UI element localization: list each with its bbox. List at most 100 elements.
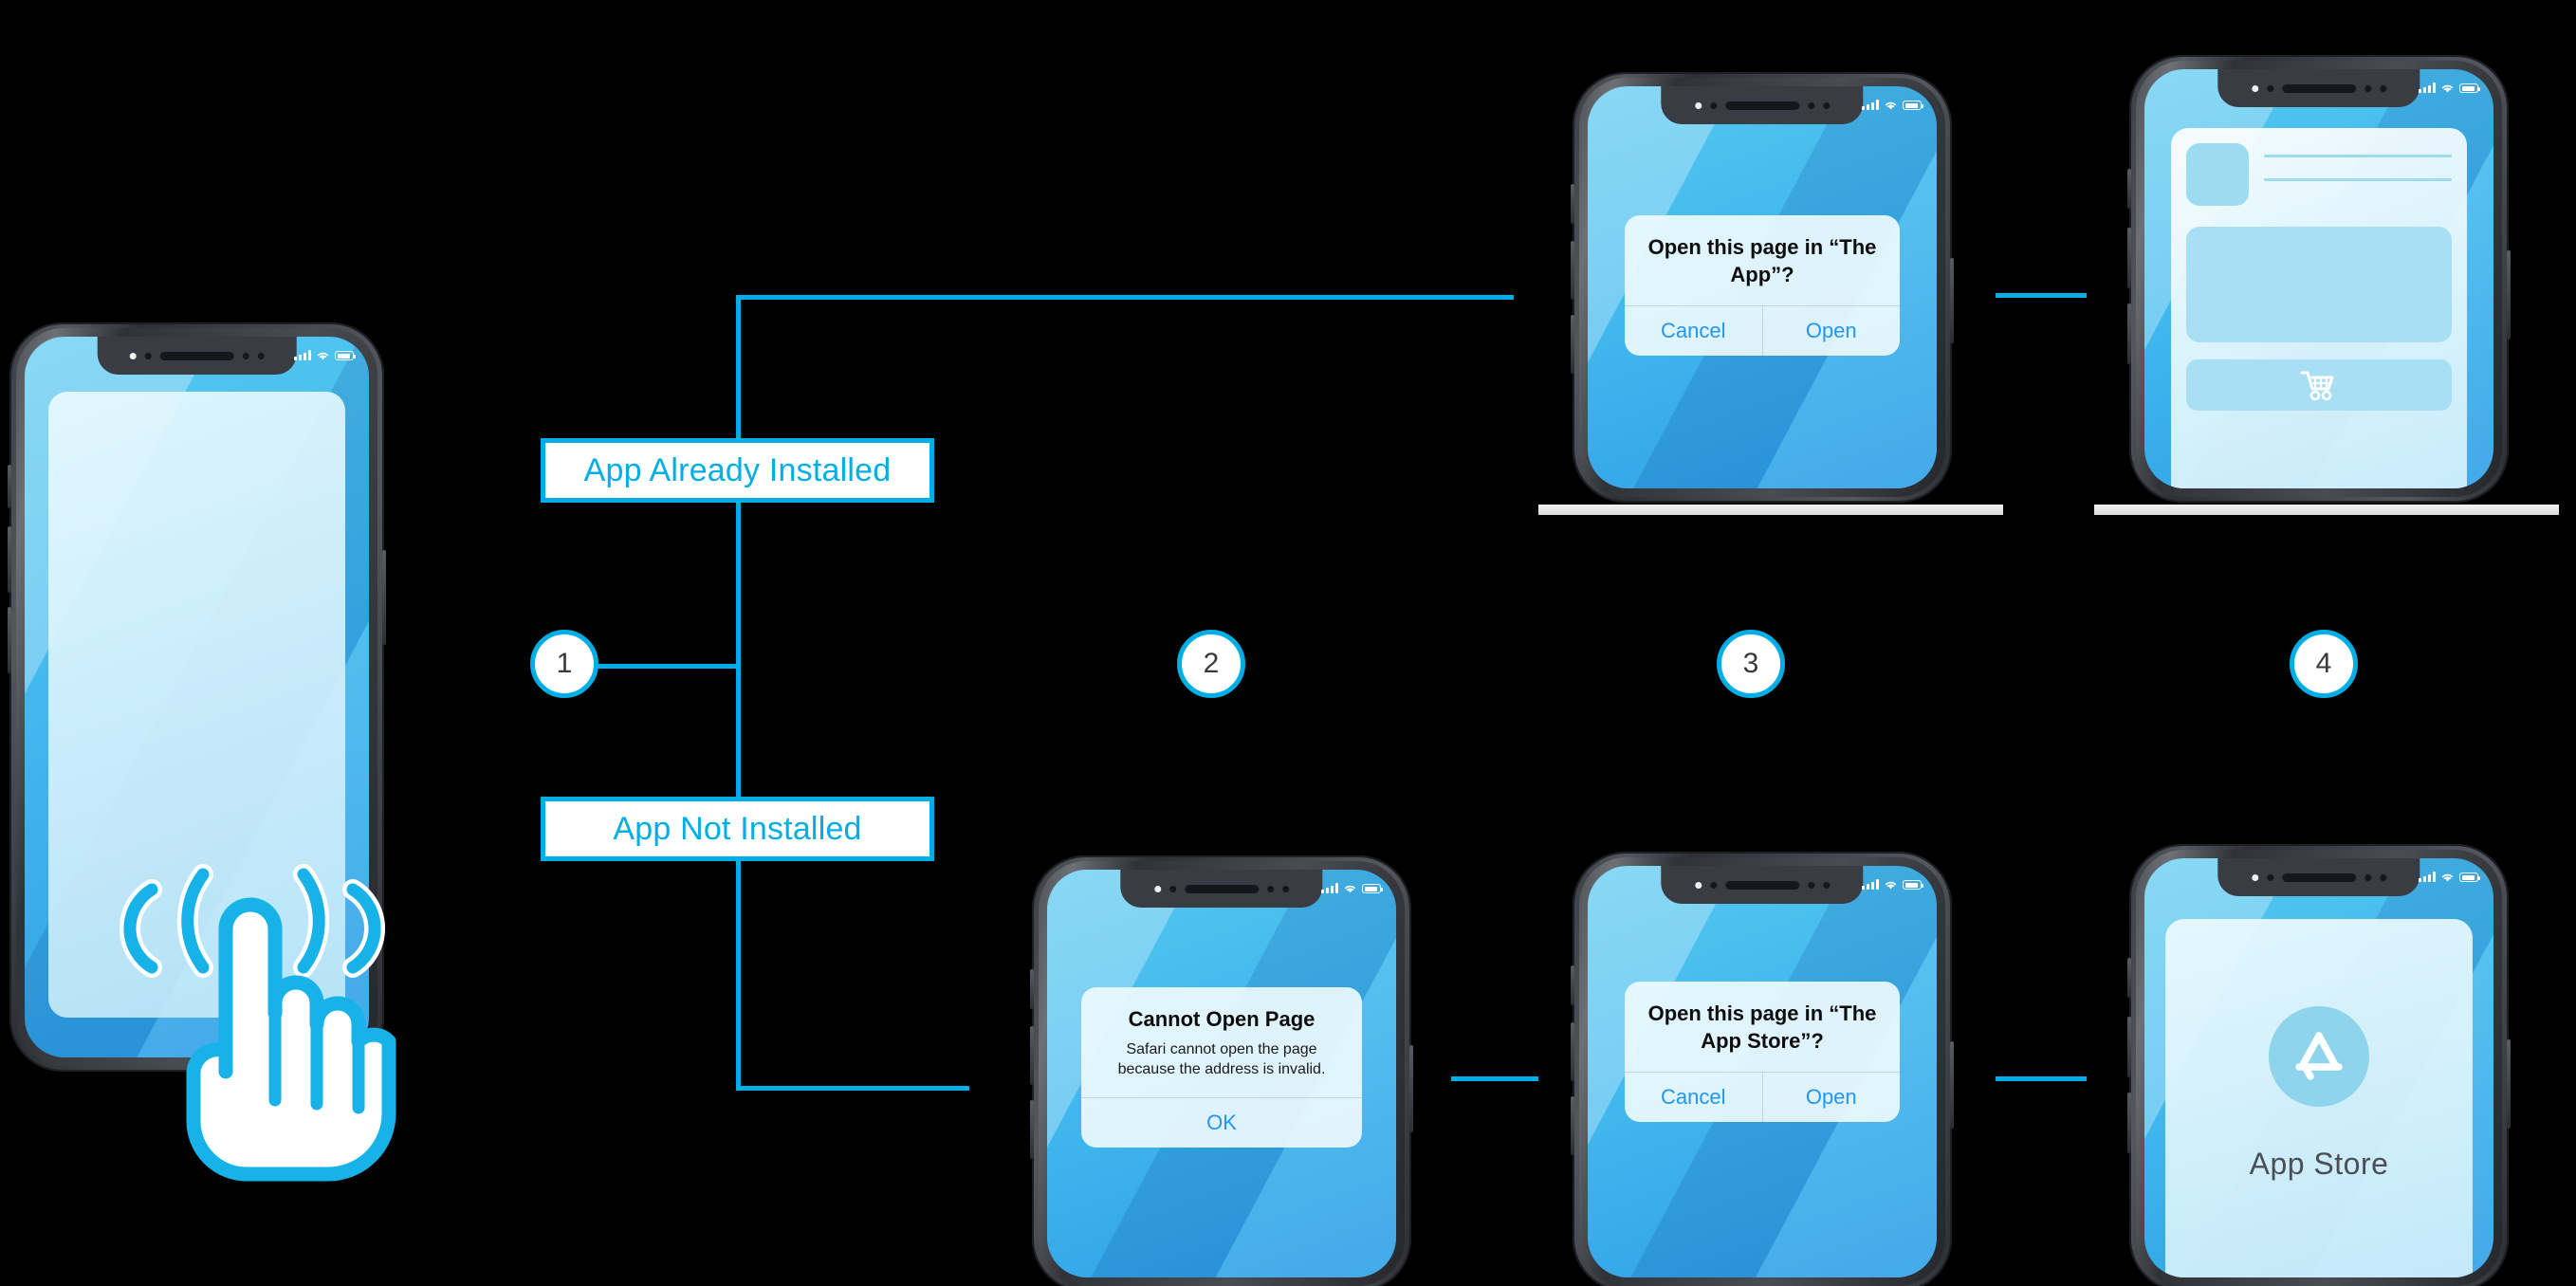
phone-volume-buttons bbox=[8, 526, 11, 593]
phone-volume-buttons bbox=[1030, 969, 1034, 1009]
battery-icon bbox=[1903, 880, 1923, 890]
sensor-icon bbox=[2267, 873, 2273, 881]
alert-title: Open this page in “The App”? bbox=[1647, 235, 1877, 286]
wifi-icon bbox=[1344, 885, 1356, 893]
step-number: 2 bbox=[1203, 648, 1220, 679]
alert-open-button[interactable]: Open bbox=[1761, 306, 1901, 357]
app-cta-button[interactable] bbox=[2185, 359, 2453, 411]
status-bar bbox=[1862, 100, 1923, 110]
battery-icon bbox=[335, 351, 356, 360]
phone-volume-buttons bbox=[1571, 1022, 1574, 1081]
sensor-icon bbox=[242, 352, 249, 359]
app-thumbnail bbox=[2185, 143, 2249, 206]
sensor-icon bbox=[1282, 885, 1289, 892]
earpiece-speaker-icon bbox=[2282, 83, 2356, 93]
status-bar bbox=[2419, 83, 2480, 93]
sensor-icon bbox=[1823, 881, 1830, 889]
phone-volume-buttons bbox=[8, 607, 11, 673]
alert-cancel-button[interactable]: Cancel bbox=[1625, 306, 1762, 356]
app-store-logo-icon bbox=[2269, 1006, 2369, 1107]
alert-cancel-button[interactable]: Cancel bbox=[1625, 1073, 1762, 1122]
cellular-signal-icon bbox=[1321, 883, 1338, 893]
step-circle-4[interactable]: 4 bbox=[2290, 630, 2358, 698]
earpiece-speaker-icon bbox=[1725, 880, 1799, 890]
earpiece-speaker-icon bbox=[159, 351, 234, 360]
alert-text: Cannot Open Page Safari cannot open the … bbox=[1081, 987, 1362, 1097]
branch-label-text: App Not Installed bbox=[613, 810, 862, 847]
phone-volume-buttons bbox=[2127, 1093, 2131, 1153]
phone-notch bbox=[2217, 858, 2420, 896]
earpiece-speaker-icon bbox=[1725, 101, 1799, 110]
app-hero-block bbox=[2185, 227, 2453, 342]
sensor-icon bbox=[2267, 84, 2273, 92]
sensor-icon bbox=[2364, 873, 2371, 881]
connector-bottom-2-to-3 bbox=[1451, 1076, 1538, 1081]
sensor-icon bbox=[1710, 101, 1717, 109]
alert-open-button[interactable]: Open bbox=[1761, 1073, 1901, 1123]
cellular-signal-icon bbox=[1862, 100, 1879, 110]
phone-floor-shadow bbox=[2094, 505, 2559, 515]
earpiece-speaker-icon bbox=[1185, 884, 1259, 893]
step-circle-1[interactable]: 1 bbox=[530, 630, 598, 698]
battery-icon bbox=[1362, 884, 1383, 893]
front-camera-icon bbox=[2252, 873, 2258, 881]
battery-icon bbox=[2459, 83, 2480, 93]
phone-notch bbox=[97, 337, 297, 375]
alert-text: Open this page in “The App Store”? bbox=[1625, 982, 1900, 1072]
phone-power-button bbox=[1950, 1041, 1954, 1129]
branch-label-app-already-installed[interactable]: App Already Installed bbox=[541, 438, 934, 503]
phone-volume-buttons bbox=[1571, 184, 1574, 224]
cellular-signal-icon bbox=[2419, 872, 2436, 882]
status-bar bbox=[294, 350, 356, 360]
alert-title: Cannot Open Page bbox=[1128, 1007, 1316, 1031]
branch-label-app-not-installed[interactable]: App Not Installed bbox=[541, 797, 934, 861]
front-camera-icon bbox=[129, 352, 137, 359]
sensor-icon bbox=[2380, 84, 2386, 92]
connector-top-3-to-4 bbox=[1996, 293, 2087, 298]
connector-top-branch bbox=[736, 295, 1514, 300]
battery-icon bbox=[1903, 101, 1923, 110]
step-circle-2[interactable]: 2 bbox=[1177, 630, 1245, 698]
phone-volume-buttons bbox=[1571, 1096, 1574, 1155]
phone-volume-buttons bbox=[1571, 241, 1574, 300]
sensor-icon bbox=[144, 352, 152, 359]
app-store-name: App Store bbox=[2249, 1147, 2389, 1181]
sensor-icon bbox=[257, 352, 265, 359]
wifi-icon bbox=[2441, 873, 2454, 882]
phone-volume-buttons bbox=[1571, 315, 1574, 374]
sensor-icon bbox=[1808, 101, 1814, 109]
alert-ok-button[interactable]: OK bbox=[1081, 1098, 1362, 1148]
phone-power-button bbox=[2507, 250, 2511, 340]
front-camera-icon bbox=[2252, 84, 2258, 92]
phone-floor-shadow bbox=[1538, 505, 2003, 515]
open-app-alert: Open this page in “The App”? Cancel Open bbox=[1625, 215, 1901, 357]
phone-volume-buttons bbox=[1030, 1026, 1034, 1085]
cellular-signal-icon bbox=[294, 350, 311, 360]
battery-icon bbox=[2459, 873, 2480, 882]
sensor-icon bbox=[2380, 873, 2386, 881]
phone-volume-buttons bbox=[2127, 169, 2131, 209]
tap-hand-icon bbox=[104, 787, 398, 1185]
wifi-icon bbox=[317, 352, 329, 360]
phone-volume-buttons bbox=[8, 465, 11, 508]
step-circle-3[interactable]: 3 bbox=[1717, 630, 1785, 698]
app-content-card bbox=[2170, 128, 2468, 488]
phone-screen: Cannot Open Page Safari cannot open the … bbox=[1047, 870, 1396, 1277]
status-bar bbox=[1862, 879, 1923, 890]
sensor-icon bbox=[1710, 881, 1717, 889]
phone-notch bbox=[1120, 870, 1323, 908]
app-card-header bbox=[2185, 143, 2453, 206]
shopping-cart-icon bbox=[2300, 371, 2334, 401]
open-app-store-dialog-phone: Open this page in “The App Store”? Cance… bbox=[1571, 852, 1954, 1286]
alert-buttons: OK bbox=[1081, 1096, 1362, 1148]
phone-notch bbox=[1661, 866, 1864, 904]
front-camera-icon bbox=[1154, 885, 1161, 892]
wifi-icon bbox=[1885, 101, 1897, 110]
placeholder-line bbox=[2263, 155, 2453, 157]
step-number: 4 bbox=[2315, 648, 2332, 679]
earpiece-speaker-icon bbox=[2282, 873, 2356, 882]
cellular-signal-icon bbox=[1862, 879, 1879, 890]
step-number: 1 bbox=[556, 648, 573, 679]
phone-power-button bbox=[2507, 1039, 2511, 1129]
app-store-card: App Store bbox=[2165, 919, 2473, 1277]
